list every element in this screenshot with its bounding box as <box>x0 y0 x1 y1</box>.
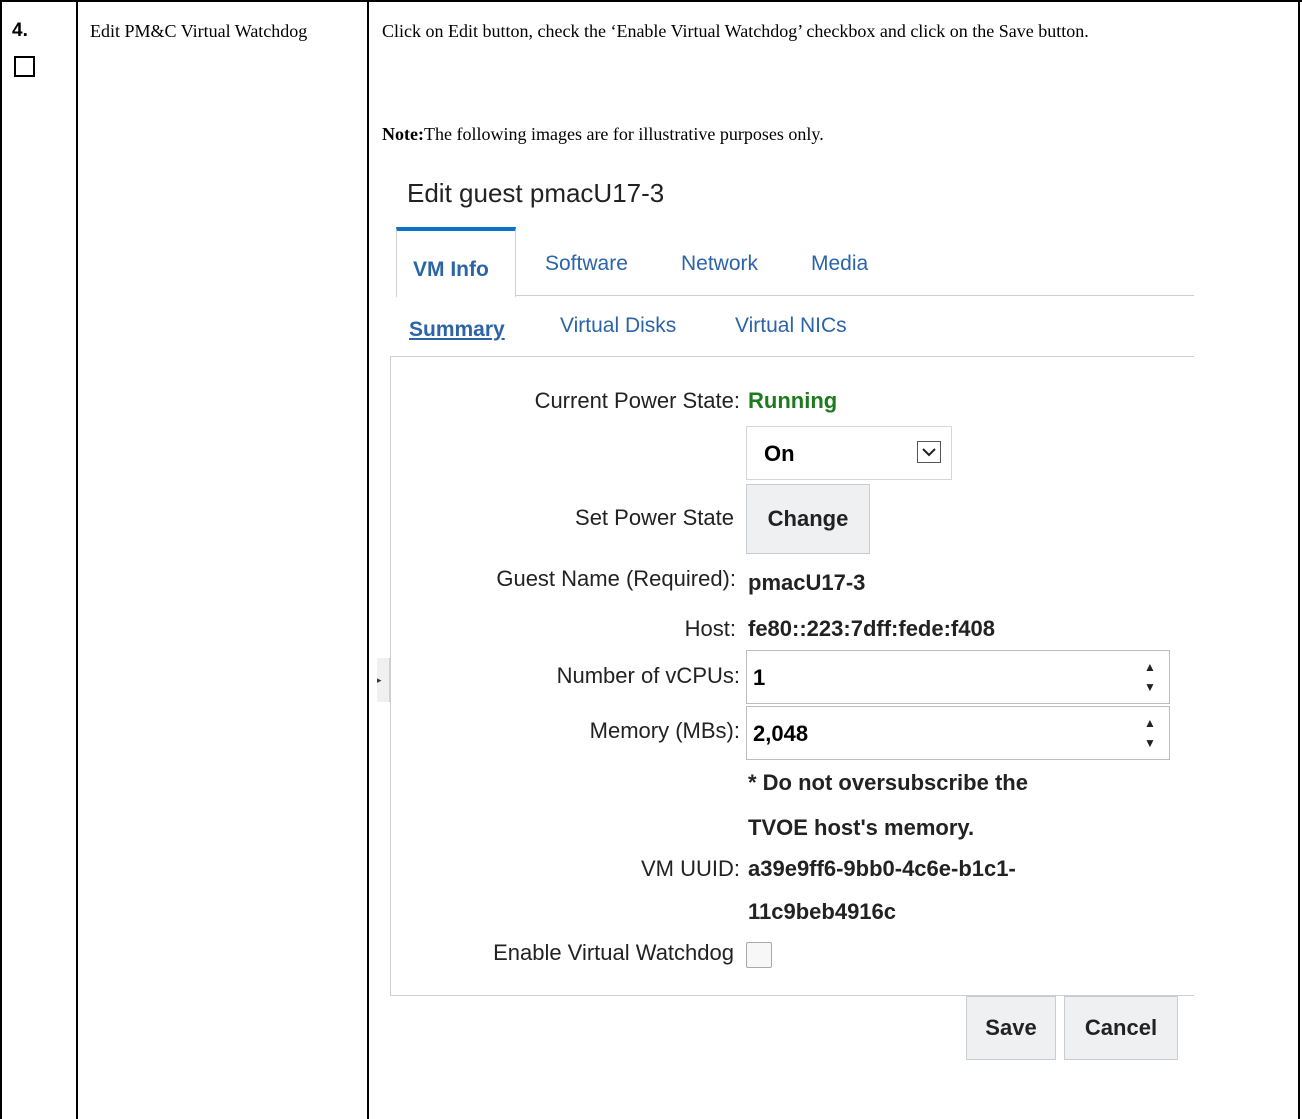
vcpus-label: Number of vCPUs: <box>556 663 740 688</box>
tabbar-divider <box>516 295 1194 296</box>
subtab-summary[interactable]: Summary <box>409 318 505 342</box>
chevron-down-icon <box>917 441 941 463</box>
tab-label: VM Info <box>413 258 489 281</box>
uuid-value-line2: 11c9beb4916c <box>748 899 897 924</box>
table-left-border <box>0 0 2 1119</box>
tab-network[interactable]: Network <box>681 252 758 276</box>
memory-value: 2,048 <box>753 721 809 746</box>
memory-warning-line1: * Do not oversubscribe the <box>748 770 1028 795</box>
column-divider <box>367 0 369 1119</box>
table-top-border <box>0 0 1302 2</box>
memory-stepper[interactable]: ▲ ▼ <box>1139 713 1161 753</box>
note-text: The following images are for illustrativ… <box>423 124 824 144</box>
change-button[interactable]: Change <box>746 484 870 554</box>
uuid-label: VM UUID: <box>641 856 740 881</box>
step-instruction: Click on Edit button, check the ‘Enable … <box>382 21 1089 41</box>
select-value: On <box>764 441 795 466</box>
memory-input[interactable]: 2,048 ▲ ▼ <box>746 706 1170 760</box>
vcpus-input[interactable]: 1 ▲ ▼ <box>746 650 1170 704</box>
spin-up-icon[interactable]: ▲ <box>1139 713 1161 733</box>
subtab-virtual-nics[interactable]: Virtual NICs <box>735 314 847 338</box>
step-number: 4. <box>12 20 28 41</box>
collapse-arrow-icon: ▸ <box>377 675 382 685</box>
watchdog-label: Enable Virtual Watchdog <box>493 940 734 965</box>
step-checkbox[interactable] <box>14 56 35 77</box>
host-value: fe80::223:7dff:fede:f408 <box>748 616 995 641</box>
current-power-state-value: Running <box>748 388 838 413</box>
tab-media[interactable]: Media <box>811 252 868 276</box>
vcpus-stepper[interactable]: ▲ ▼ <box>1139 657 1161 697</box>
cancel-button[interactable]: Cancel <box>1064 996 1178 1060</box>
spin-up-icon[interactable]: ▲ <box>1139 657 1161 677</box>
memory-warning-line2: TVOE host's memory. <box>748 815 975 840</box>
table-right-border <box>1298 0 1300 1119</box>
collapse-handle[interactable]: ▸ <box>377 658 390 702</box>
save-button[interactable]: Save <box>966 996 1056 1060</box>
memory-label: Memory (MBs): <box>589 718 740 743</box>
power-state-select[interactable]: On <box>746 426 952 480</box>
spin-down-icon[interactable]: ▼ <box>1139 733 1161 753</box>
step-title: Edit PM&C Virtual Watchdog <box>90 21 308 41</box>
enable-watchdog-checkbox[interactable] <box>746 942 772 968</box>
subtab-divider <box>390 356 1194 357</box>
guest-name-value: pmacU17-3 <box>748 570 866 595</box>
tab-software[interactable]: Software <box>545 252 628 276</box>
subtab-virtual-disks[interactable]: Virtual Disks <box>560 314 676 338</box>
uuid-value-line1: a39e9ff6-9bb0-4c6e-b1c1- <box>748 856 1016 881</box>
column-divider <box>76 0 78 1119</box>
set-power-state-label: Set Power State <box>575 505 734 530</box>
tab-vm-info[interactable]: VM Info <box>396 227 516 297</box>
note-label: Note: <box>382 124 424 144</box>
host-label: Host: <box>684 616 736 641</box>
vcpus-value: 1 <box>753 665 766 690</box>
guest-name-label: Guest Name (Required): <box>496 566 736 591</box>
current-power-state-label: Current Power State: <box>534 388 740 413</box>
spin-down-icon[interactable]: ▼ <box>1139 677 1161 697</box>
dialog-title: Edit guest pmacU17-3 <box>407 178 665 208</box>
step-note: Note:The following images are for illust… <box>382 124 824 145</box>
